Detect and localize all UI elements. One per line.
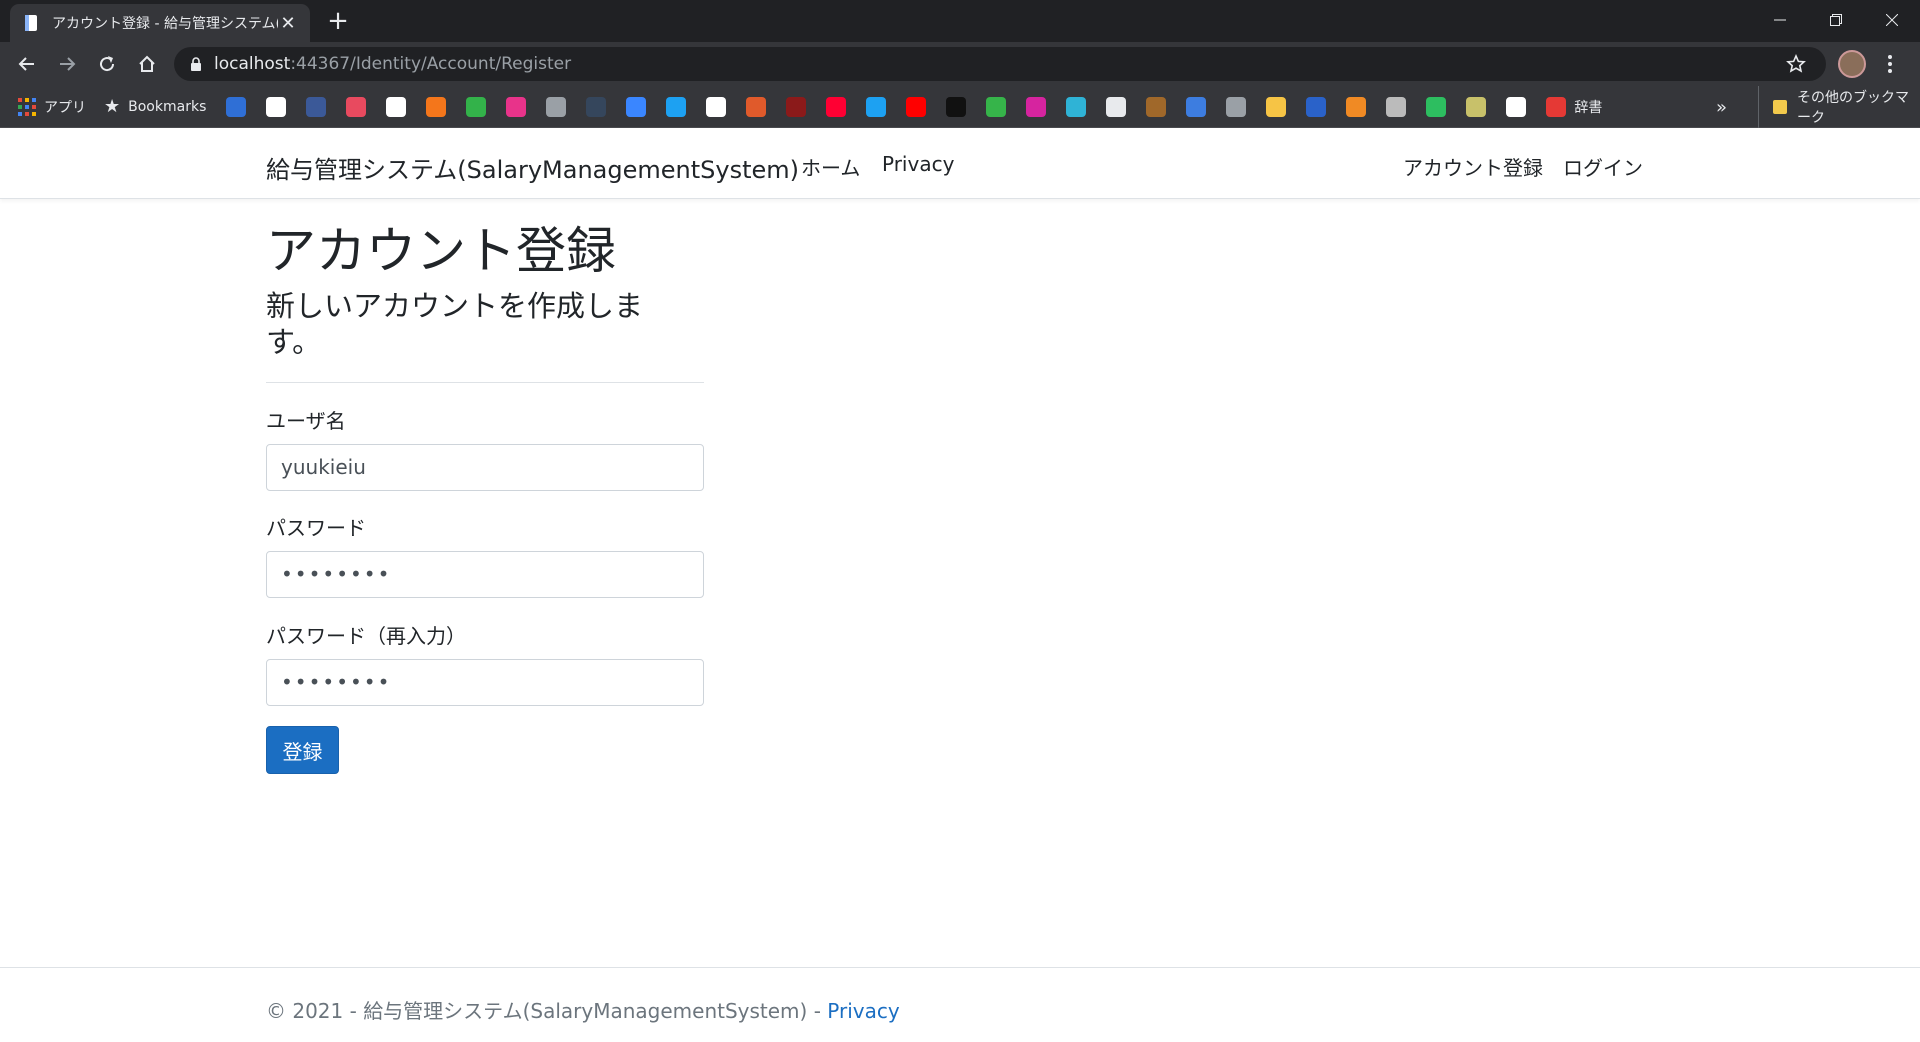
pulse-icon[interactable] (1066, 96, 1087, 117)
footer: © 2021 - 給与管理システム(SalaryManagementSystem… (0, 967, 1920, 1042)
other-bookmarks-folder[interactable]: その他のブックマーク (1758, 86, 1920, 128)
home-icon[interactable] (132, 49, 162, 79)
github-icon[interactable] (1506, 96, 1527, 117)
footer-text: © 2021 - 給与管理システム(SalaryManagementSystem… (266, 995, 900, 1024)
browser-tab[interactable]: アカウント登録 - 給与管理システム(S ✕ (10, 4, 310, 42)
close-tab-icon[interactable]: ✕ (278, 13, 298, 34)
dictionary-g-icon (1546, 96, 1567, 117)
close-window-icon[interactable] (1864, 0, 1920, 40)
password-label: パスワード (266, 516, 366, 540)
twitter-icon[interactable] (866, 96, 887, 117)
barcode-icon[interactable] (1466, 96, 1487, 117)
tab-title: アカウント登録 - 給与管理システム(S (52, 16, 278, 32)
new-tab-icon[interactable]: + (324, 8, 352, 36)
mq-icon[interactable] (1106, 96, 1127, 117)
bookmark-label: 辞書 (1574, 99, 1603, 116)
navbar-brand[interactable]: 給与管理システム(SalaryManagementSystem) (266, 150, 799, 185)
footer-privacy-link[interactable]: Privacy (827, 999, 899, 1023)
more-bookmarks-chevron[interactable]: » (1716, 86, 1727, 128)
bookmark-dictionary[interactable]: 辞書 (1546, 96, 1603, 117)
menu-kebab-icon[interactable] (1880, 50, 1900, 78)
nav-link-login[interactable]: ログイン (1563, 152, 1643, 181)
a-icon[interactable] (226, 96, 247, 117)
youtube-icon[interactable] (906, 96, 927, 117)
apps-grid-icon (18, 97, 36, 116)
bookmark-star-icon[interactable] (1786, 54, 1806, 74)
apple-icon[interactable] (946, 96, 967, 117)
bookmark-apps[interactable]: アプリ (18, 97, 86, 117)
w-red-icon[interactable] (746, 96, 767, 117)
clover-icon[interactable] (986, 96, 1007, 117)
username-label: ユーザ名 (266, 409, 346, 433)
yahoo-icon[interactable] (826, 96, 847, 117)
url-host: localhost (214, 54, 291, 74)
creature-icon[interactable] (786, 96, 807, 117)
confirm-password-label: パスワード（再入力） (266, 624, 466, 648)
browser-tab-strip: アカウント登録 - 給与管理システム(S ✕ + (0, 0, 1920, 42)
other-bookmarks-label: その他のブックマーク (1797, 90, 1910, 126)
google-icon[interactable] (386, 96, 407, 117)
facebook-icon[interactable] (306, 96, 327, 117)
tumblr-icon[interactable] (586, 96, 607, 117)
g-orange-icon[interactable] (426, 96, 447, 117)
profile-avatar-icon[interactable] (1838, 50, 1866, 78)
register-submit-button[interactable]: 登録 (266, 726, 339, 774)
lock-icon (191, 57, 201, 71)
amazon-icon[interactable] (266, 96, 287, 117)
password-input[interactable]: •••••••• (266, 551, 704, 598)
address-bar[interactable]: localhost:44367/Identity/Account/Registe… (174, 47, 1826, 81)
confirm-password-input[interactable]: •••••••• (266, 659, 704, 706)
minimize-icon[interactable] (1752, 0, 1808, 40)
folder-icon (1773, 100, 1788, 114)
blue-chat-icon[interactable] (626, 96, 647, 117)
site-navbar: 給与管理システム(SalaryManagementSystem) ホーム Pri… (0, 128, 1920, 199)
url-path: :44367/Identity/Account/Register (290, 54, 572, 74)
dictionary-icon[interactable] (1306, 96, 1327, 117)
reload-icon[interactable] (92, 49, 122, 79)
doc-icon[interactable] (546, 96, 567, 117)
com-icon[interactable] (1186, 96, 1207, 117)
footer-copyright: © 2021 - 給与管理システム(SalaryManagementSystem… (266, 999, 828, 1023)
bookmark-bookmarks[interactable]: ★ Bookmarks (104, 96, 206, 117)
page-title: アカウント登録 (266, 222, 616, 280)
wikipedia-icon[interactable] (706, 96, 727, 117)
nav-link-register[interactable]: アカウント登録 (1403, 152, 1543, 181)
forward-arrow-icon[interactable] (52, 49, 82, 79)
star-icon: ★ (104, 96, 121, 117)
document-favicon-icon (25, 15, 37, 31)
instagram-icon[interactable] (1026, 96, 1047, 117)
f-red-icon[interactable] (346, 96, 367, 117)
bookmark-icon-list (224, 96, 1546, 117)
p-pink-icon[interactable] (506, 96, 527, 117)
restore-icon[interactable] (1808, 0, 1864, 40)
twitter-square-icon[interactable] (666, 96, 687, 117)
evernote-icon[interactable] (1426, 96, 1447, 117)
back-arrow-icon[interactable] (12, 49, 42, 79)
bookmark-label: アプリ (44, 99, 86, 116)
search-leaf-icon[interactable] (1386, 96, 1407, 117)
divider (266, 382, 704, 383)
bookmarks-bar: アプリ ★ Bookmarks 辞書 » その他のブックマーク (0, 86, 1920, 128)
phone-icon[interactable] (1226, 96, 1247, 117)
badge-icon[interactable] (1146, 96, 1167, 117)
green-circle-icon[interactable] (466, 96, 487, 117)
nav-link-home[interactable]: ホーム (801, 152, 860, 181)
music-icon[interactable] (1266, 96, 1287, 117)
bookmark-label: Bookmarks (128, 98, 207, 115)
username-input[interactable]: yuukieiu (266, 444, 704, 491)
browser-toolbar: localhost:44367/Identity/Account/Registe… (0, 42, 1920, 86)
nav-link-privacy[interactable]: Privacy (882, 152, 954, 176)
mascot-icon[interactable] (1346, 96, 1367, 117)
page-subtitle: 新しいアカウントを作成します。 (266, 289, 644, 359)
